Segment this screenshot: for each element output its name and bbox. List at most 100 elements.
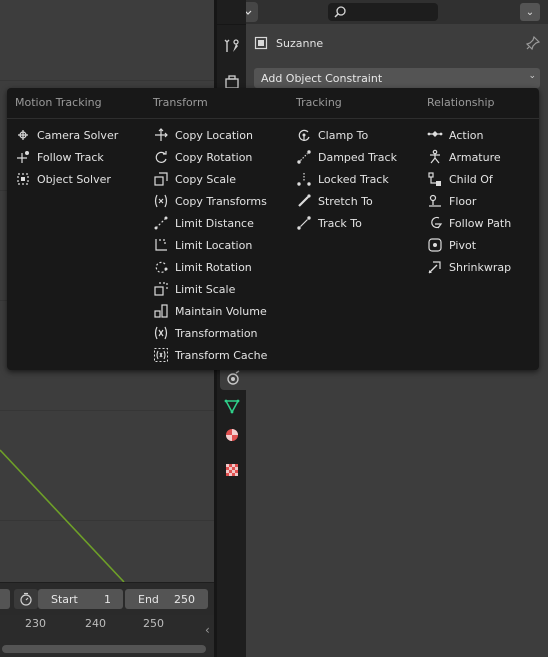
frame-number: 230 <box>25 617 46 630</box>
menu-item-follow-track[interactable]: Follow Track <box>15 147 104 167</box>
menu-item-floor[interactable]: Floor <box>427 191 476 211</box>
menu-item-clamp-to[interactable]: Clamp To <box>296 125 368 145</box>
tool-tab-icon[interactable] <box>220 34 244 58</box>
transformation-icon <box>154 326 168 340</box>
timeline-scrollbar[interactable] <box>2 645 206 653</box>
limit-distance-icon <box>154 216 168 230</box>
menu-item-limit-rotation[interactable]: Limit Rotation <box>153 257 252 277</box>
menu-item-label: Stretch To <box>318 194 373 208</box>
menu-item-label: Limit Scale <box>175 282 236 296</box>
menu-item-label: Copy Scale <box>175 172 236 186</box>
menu-item-label: Clamp To <box>318 128 369 142</box>
frame-number: 250 <box>143 617 164 630</box>
menu-item-label: Transformation <box>175 326 258 340</box>
pin-icon[interactable] <box>526 36 540 50</box>
object-name: Suzanne <box>276 36 324 50</box>
menu-item-copy-rotation[interactable]: Copy Rotation <box>153 147 252 167</box>
maintain-volume-icon <box>154 304 168 318</box>
menu-item-armature[interactable]: Armature <box>427 147 501 167</box>
menu-item-copy-location[interactable]: Copy Location <box>153 125 253 145</box>
camera-solver-icon <box>18 130 28 140</box>
menu-item-label: Copy Rotation <box>175 150 253 164</box>
menu-item-label: Transform Cache <box>175 348 268 362</box>
menu-heading-transform: Transform <box>153 96 208 109</box>
menu-item-label: Floor <box>449 194 477 208</box>
menu-item-label: Maintain Volume <box>175 304 267 318</box>
menu-item-track-to[interactable]: Track To <box>296 213 362 233</box>
menu-item-maintain-volume[interactable]: Maintain Volume <box>153 301 267 321</box>
options-dropdown-button[interactable]: ⌄ <box>520 3 540 21</box>
end-frame-field[interactable]: End 250 <box>125 589 208 609</box>
menu-item-copy-transforms[interactable]: Copy Transforms <box>153 191 267 211</box>
menu-heading-motion-tracking: Motion Tracking <box>15 96 102 109</box>
timeline-header: Start 1 End 250 <box>0 587 214 611</box>
menu-item-limit-scale[interactable]: Limit Scale <box>153 279 235 299</box>
menu-item-shrinkwrap[interactable]: Shrinkwrap <box>427 257 511 277</box>
playback-dropdown[interactable] <box>0 589 10 609</box>
menu-item-label: Follow Path <box>449 216 512 230</box>
follow-track-icon <box>17 151 29 163</box>
menu-item-limit-distance[interactable]: Limit Distance <box>153 213 254 233</box>
timeline-editor[interactable]: Start 1 End 250 230 240 250 ‹ <box>0 582 214 657</box>
collapse-arrow-icon[interactable]: ‹ <box>205 623 210 637</box>
copy-location-icon <box>155 128 168 141</box>
clamp-to-icon <box>298 129 310 141</box>
start-frame-field[interactable]: Start 1 <box>38 589 123 609</box>
menu-item-copy-scale[interactable]: Copy Scale <box>153 169 236 189</box>
add-constraint-label: Add Object Constraint <box>261 71 383 85</box>
pivot-icon <box>428 238 442 252</box>
menu-item-label: Follow Track <box>37 150 104 164</box>
object-context-row: Suzanne <box>254 32 544 54</box>
menu-item-stretch-to[interactable]: Stretch To <box>296 191 373 211</box>
menu-item-action[interactable]: Action <box>427 125 483 145</box>
start-label: Start <box>51 592 78 606</box>
menu-item-label: Shrinkwrap <box>449 260 512 274</box>
menu-item-label: Locked Track <box>318 172 389 186</box>
menu-item-child-of[interactable]: Child Of <box>427 169 493 189</box>
menu-item-follow-path[interactable]: Follow Path <box>427 213 511 233</box>
end-label: End <box>138 592 159 606</box>
menu-heading-tracking: Tracking <box>296 96 342 109</box>
object-data-tab-icon[interactable] <box>220 394 244 418</box>
menu-item-damped-track[interactable]: Damped Track <box>296 147 397 167</box>
menu-item-object-solver[interactable]: Object Solver <box>15 169 111 189</box>
menu-item-label: Limit Location <box>175 238 253 252</box>
menu-item-camera-solver[interactable]: Camera Solver <box>15 125 118 145</box>
menu-item-transformation[interactable]: Transformation <box>153 323 258 343</box>
stopwatch-icon[interactable] <box>14 589 38 609</box>
constraint-menu: Motion Tracking Transform Tracking Relat… <box>7 88 539 370</box>
object-icon <box>254 36 268 50</box>
menu-item-limit-location[interactable]: Limit Location <box>153 235 252 255</box>
menu-item-label: Track To <box>318 216 362 230</box>
stretch-to-icon <box>298 194 311 207</box>
follow-path-icon <box>431 216 443 229</box>
object-solver-icon <box>17 173 29 185</box>
menu-item-locked-track[interactable]: Locked Track <box>296 169 389 189</box>
menu-item-label: Object Solver <box>37 172 111 186</box>
chevron-down-icon: ⌄ <box>528 71 536 81</box>
menu-separator <box>7 118 539 119</box>
track-to-icon <box>297 216 311 230</box>
limit-location-icon <box>155 239 167 251</box>
armature-icon <box>430 149 440 164</box>
menu-item-label: Pivot <box>449 238 477 252</box>
limit-scale-icon <box>154 282 168 296</box>
search-icon <box>334 6 346 18</box>
add-object-constraint-dropdown[interactable]: Add Object Constraint ⌄ <box>254 68 540 88</box>
frame-number: 240 <box>85 617 106 630</box>
floor-icon <box>429 194 441 207</box>
limit-rotation-icon <box>155 261 168 273</box>
start-value: 1 <box>104 592 111 606</box>
material-tab-icon[interactable] <box>220 423 244 447</box>
menu-item-transform-cache[interactable]: Transform Cache <box>153 345 267 365</box>
menu-item-label: Copy Location <box>175 128 253 142</box>
properties-search-input[interactable] <box>328 3 438 21</box>
menu-item-pivot[interactable]: Pivot <box>427 235 476 255</box>
menu-heading-relationship: Relationship <box>427 96 495 109</box>
menu-item-label: Camera Solver <box>37 128 119 142</box>
texture-tab-icon[interactable] <box>220 458 244 482</box>
locked-track-icon <box>297 173 311 186</box>
menu-item-label: Limit Rotation <box>175 260 252 274</box>
menu-item-label: Child Of <box>449 172 493 186</box>
child-of-icon <box>428 172 441 186</box>
